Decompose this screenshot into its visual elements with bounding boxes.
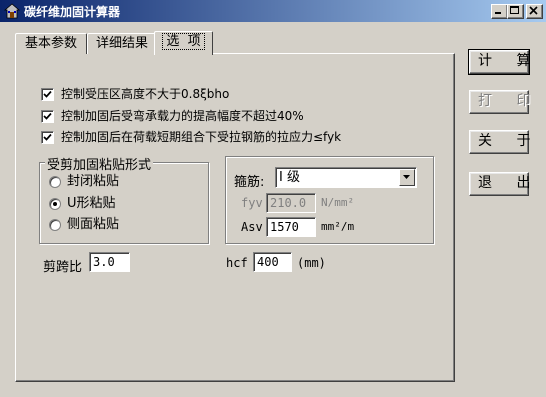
hcf-label: hcf (226, 256, 248, 270)
about-button[interactable]: 关 于 (469, 130, 530, 154)
checkbox-label: 控制加固后受弯承载力的提高幅度不超过40% (61, 109, 304, 123)
checkbox-compression-zone[interactable]: 控制受压区高度不大于0.8ξbho (41, 86, 229, 103)
radio-circle[interactable] (49, 197, 61, 210)
tab-label: 基本参数 (24, 36, 77, 51)
chevron-down-icon[interactable] (399, 169, 415, 186)
shear-group-title: 受剪加固粘贴形式 (45, 154, 154, 173)
check-icon (43, 112, 52, 120)
calculate-button[interactable]: 计 算 (468, 49, 530, 75)
stirrup-grade-value: I 级 (279, 170, 300, 185)
exit-button[interactable]: 退 出 (469, 172, 530, 196)
checkbox-label: 控制加固后在荷载短期组合下受拉钢筋的拉应力≤fyk (61, 130, 342, 144)
shear-span-label: 剪跨比 (43, 260, 83, 275)
check-icon (43, 90, 52, 98)
minimize-icon (495, 12, 501, 14)
close-icon (529, 6, 538, 15)
fyv-field[interactable]: 210.0 (266, 193, 316, 213)
checkbox-label: 控制受压区高度不大于0.8ξbho (61, 87, 230, 101)
shear-span-field[interactable]: 3.0 (89, 252, 130, 272)
radio-dot (53, 201, 57, 206)
tab-label: 选 项 (162, 33, 205, 50)
checkbox-box[interactable] (41, 110, 54, 123)
radio-circle[interactable] (49, 175, 61, 188)
maximize-icon (510, 6, 519, 14)
radio-label: U形粘贴 (67, 196, 116, 211)
radio-label: 侧面粘贴 (67, 217, 120, 232)
radio-label: 封闭粘贴 (67, 174, 120, 189)
hcf-field[interactable]: 400 (253, 252, 292, 272)
checkbox-box[interactable] (41, 131, 54, 144)
asv-field[interactable]: 1570 (266, 217, 316, 237)
close-button[interactable] (526, 4, 543, 19)
radio-closed-bonding[interactable]: 封闭粘贴 (49, 173, 119, 191)
checkbox-tensile-stress[interactable]: 控制加固后在荷载短期组合下受拉钢筋的拉应力≤fyk (41, 129, 341, 146)
tab-detailed-results[interactable]: 详细结果 (87, 33, 157, 54)
checkbox-flexural-increase[interactable]: 控制加固后受弯承载力的提高幅度不超过40% (41, 108, 304, 125)
print-button[interactable]: 打 印 (469, 90, 530, 114)
stirrup-label: 箍筋: (234, 175, 265, 190)
check-icon (43, 133, 52, 141)
asv-label: Asv (241, 220, 263, 234)
fyv-unit: N/mm² (321, 196, 355, 209)
maximize-button[interactable] (507, 4, 524, 19)
app-house-icon[interactable] (3, 3, 21, 19)
radio-u-bonding[interactable]: U形粘贴 (49, 195, 116, 213)
radio-side-bonding[interactable]: 侧面粘贴 (49, 216, 119, 234)
stirrup-grade-select[interactable]: I 级 (275, 167, 417, 188)
tab-options[interactable]: 选 项 (154, 31, 213, 55)
asv-unit: mm²/m (321, 220, 355, 233)
fyv-label: fyv (241, 196, 263, 210)
checkbox-box[interactable] (41, 88, 54, 101)
hcf-unit: (mm) (297, 256, 326, 270)
radio-circle[interactable] (49, 218, 61, 231)
window-title: 碳纤维加固计算器 (24, 5, 121, 19)
minimize-button[interactable] (491, 4, 508, 19)
tab-label: 详细结果 (95, 36, 148, 51)
tab-basic-params[interactable]: 基本参数 (15, 33, 87, 54)
